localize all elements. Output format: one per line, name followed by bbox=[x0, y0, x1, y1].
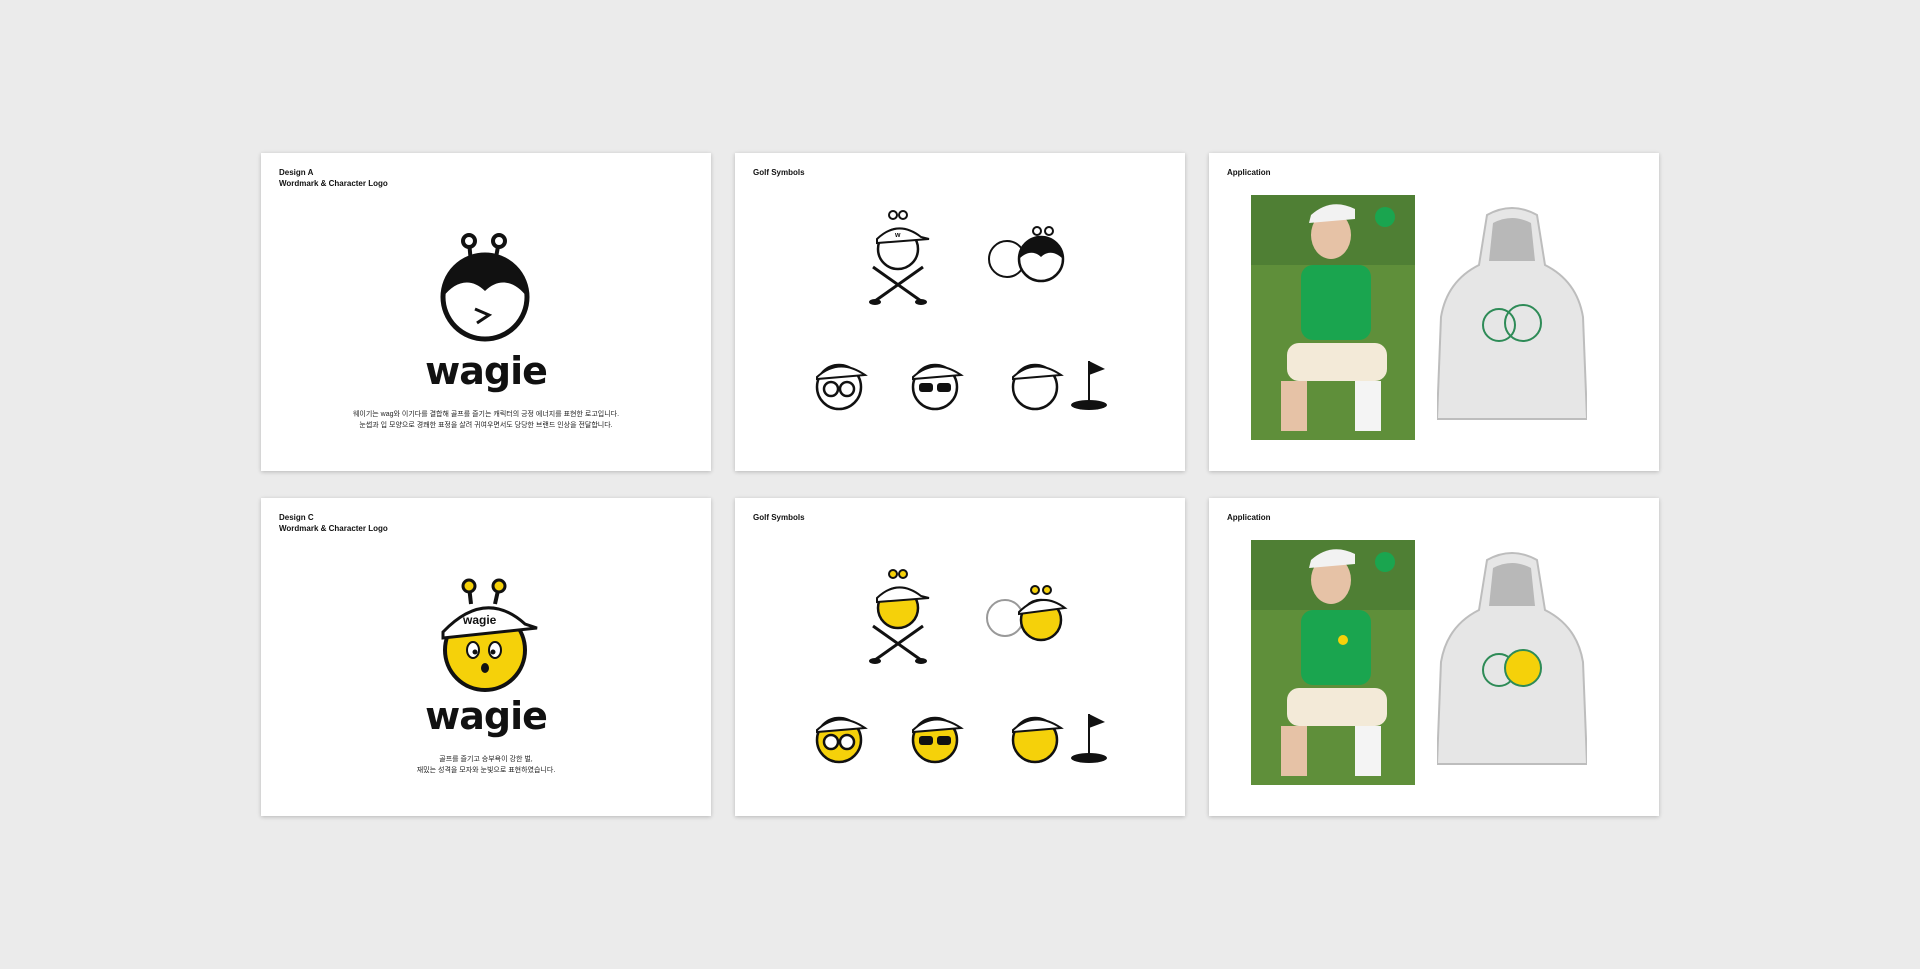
golf-flag-icon bbox=[1011, 714, 1107, 764]
svg-text:w: w bbox=[894, 232, 901, 239]
card-label: Design A Wordmark & Character Logo bbox=[279, 167, 388, 189]
card-application-a: Application bbox=[1209, 153, 1659, 471]
card-label-line1: Design A bbox=[279, 168, 314, 177]
golf-flag-icon bbox=[1011, 361, 1107, 411]
card-label-line1: Golf Symbols bbox=[753, 513, 805, 522]
hoodie-icon bbox=[1437, 207, 1587, 420]
description-line1: 웨이기는 wag와 이기다를 결합해 골프를 즐기는 캐릭터의 긍정 에너지를 … bbox=[352, 411, 620, 418]
card-label-line1: Application bbox=[1227, 168, 1271, 177]
card-golf-symbols-c: Golf Symbols bbox=[735, 498, 1185, 816]
card-golf-symbols-a: Golf Symbols w bbox=[735, 153, 1185, 471]
description-line2: 재밌는 성격을 모자와 눈빛으로 표현하였습니다. bbox=[416, 767, 556, 774]
golfer-photo bbox=[1251, 540, 1415, 785]
sunglasses-character-icon bbox=[815, 363, 868, 411]
golf-ball-icon bbox=[988, 226, 1065, 283]
bee-character-icon bbox=[440, 233, 530, 342]
description-line2: 눈썹과 입 모양으로 경쾌한 표정을 살려 귀여우면서도 당당한 브랜드 인상을… bbox=[359, 422, 613, 429]
golf-ball-icon bbox=[986, 585, 1068, 642]
description: 웨이기는 wag와 이기다를 결합해 골프를 즐기는 캐릭터의 긍정 에너지를 … bbox=[261, 409, 711, 431]
golfer-photo bbox=[1251, 195, 1415, 440]
crossed-golf-clubs-icon bbox=[869, 569, 930, 664]
shades-character-icon bbox=[911, 363, 964, 411]
card-design-c: Design C Wordmark & Character Logo wagie… bbox=[261, 498, 711, 816]
description-line1: 골프를 즐기고 승부욕이 강한 벌, bbox=[439, 756, 533, 763]
card-label-line2: Wordmark & Character Logo bbox=[279, 179, 388, 188]
crossed-golf-clubs-icon: w bbox=[869, 210, 930, 305]
card-label: Golf Symbols bbox=[753, 512, 805, 523]
card-label: Golf Symbols bbox=[753, 167, 805, 178]
card-application-c: Application bbox=[1209, 498, 1659, 816]
card-label: Design C Wordmark & Character Logo bbox=[279, 512, 388, 534]
wordmark: wagie bbox=[425, 694, 548, 738]
card-label-line1: Golf Symbols bbox=[753, 168, 805, 177]
wordmark: wagie bbox=[425, 349, 548, 393]
bee-character-icon: wagie bbox=[441, 578, 538, 692]
hoodie-icon bbox=[1437, 552, 1587, 765]
card-label: Application bbox=[1227, 167, 1271, 178]
card-label-line1: Application bbox=[1227, 513, 1271, 522]
sunglasses-character-icon bbox=[815, 716, 868, 764]
card-design-a: Design A Wordmark & Character Logo wagie… bbox=[261, 153, 711, 471]
description: 골프를 즐기고 승부욕이 강한 벌, 재밌는 성격을 모자와 눈빛으로 표현하였… bbox=[261, 754, 711, 776]
card-label-line1: Design C bbox=[279, 513, 314, 522]
shades-character-icon bbox=[911, 716, 964, 764]
card-label-line2: Wordmark & Character Logo bbox=[279, 524, 388, 533]
svg-text:wagie: wagie bbox=[462, 613, 497, 627]
card-label: Application bbox=[1227, 512, 1271, 523]
